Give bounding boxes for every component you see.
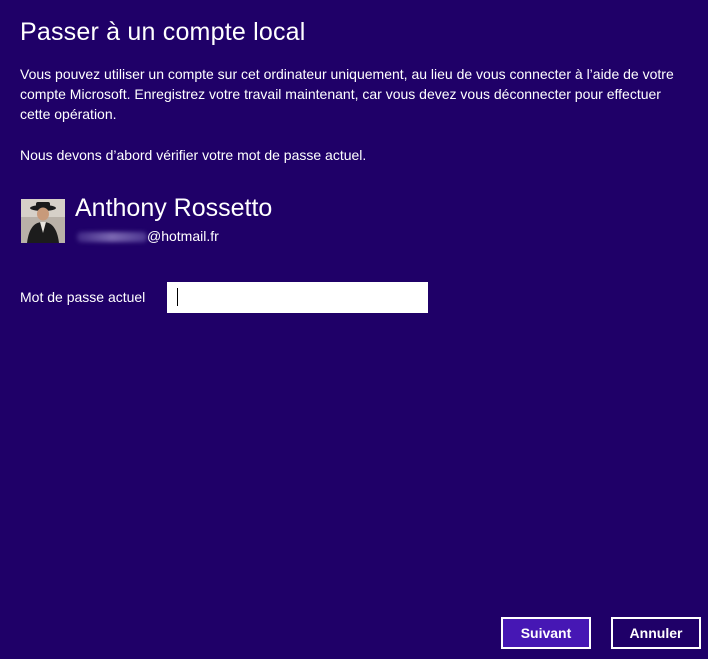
verify-instruction: Nous devons d’abord vérifier votre mot d…: [20, 147, 367, 163]
avatar: [21, 199, 65, 243]
page-title: Passer à un compte local: [20, 18, 306, 46]
password-label: Mot de passe actuel: [20, 289, 146, 305]
description-text: Vous pouvez utiliser un compte sur cet o…: [20, 66, 674, 122]
cancel-button[interactable]: Annuler: [611, 617, 701, 649]
email-domain: @hotmail.fr: [147, 228, 219, 244]
text-caret: [177, 288, 178, 306]
account-email: @hotmail.fr: [77, 228, 219, 244]
user-photo-icon: [21, 199, 65, 243]
account-name: Anthony Rossetto: [75, 194, 273, 222]
next-button[interactable]: Suivant: [501, 617, 591, 649]
email-redacted: [77, 232, 147, 243]
switch-to-local-account-page: Passer à un compte local Vous pouvez uti…: [0, 0, 708, 659]
current-password-input[interactable]: [167, 282, 428, 313]
